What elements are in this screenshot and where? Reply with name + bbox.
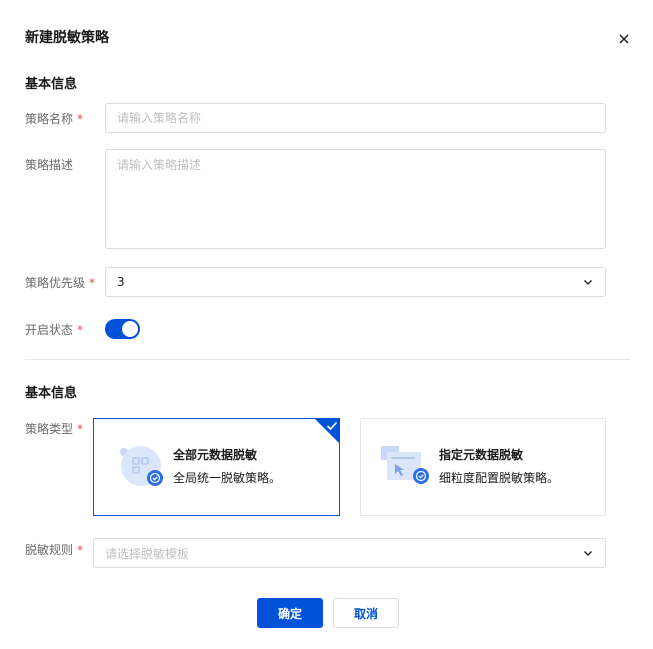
rule-placeholder: 请选择脱敏模板: [105, 546, 190, 561]
type-label: 策略类型 *: [25, 420, 83, 437]
chevron-down-icon: [584, 551, 592, 556]
full-metadata-icon: [120, 446, 163, 486]
type-option-full-metadata[interactable]: 全部元数据脱敏 全局统一脱敏策略。: [93, 418, 340, 516]
type-label-text: 策略类型: [25, 422, 74, 436]
close-icon: [619, 34, 629, 44]
name-label: 策略名称 *: [25, 110, 83, 127]
confirm-button[interactable]: 确定: [257, 598, 323, 628]
option-title: 指定元数据脱敏: [439, 448, 524, 462]
divider: [25, 359, 630, 360]
required-mark: *: [77, 323, 84, 337]
rule-select[interactable]: 请选择脱敏模板: [93, 538, 606, 568]
description-textarea[interactable]: [105, 149, 606, 249]
toggle-knob: [122, 321, 138, 337]
enabled-toggle[interactable]: [105, 319, 140, 339]
priority-select[interactable]: 3: [105, 267, 606, 297]
required-mark: *: [89, 276, 96, 290]
required-mark: *: [77, 543, 84, 557]
priority-label: 策略优先级 *: [25, 274, 95, 291]
enabled-label-text: 开启状态: [25, 323, 74, 337]
close-button[interactable]: [614, 29, 634, 49]
specified-metadata-icon: [381, 446, 429, 484]
rule-label: 脱敏规则 *: [25, 541, 83, 558]
chevron-down-icon: [584, 280, 592, 285]
priority-value: 3: [117, 275, 125, 289]
option-title: 全部元数据脱敏: [173, 448, 258, 462]
cancel-button[interactable]: 取消: [333, 598, 399, 628]
type-option-specified-metadata[interactable]: 指定元数据脱敏 细粒度配置脱敏策略。: [360, 418, 606, 516]
name-label-text: 策略名称: [25, 112, 74, 126]
priority-label-text: 策略优先级: [25, 276, 86, 290]
required-mark: *: [77, 422, 84, 436]
section-title-basic-info: 基本信息: [25, 77, 78, 92]
option-desc: 细粒度配置脱敏策略。: [439, 471, 560, 485]
required-mark: *: [77, 112, 84, 126]
dialog-title: 新建脱敏策略: [25, 30, 109, 46]
description-label: 策略描述: [25, 158, 74, 172]
name-input[interactable]: [105, 103, 606, 133]
rule-label-text: 脱敏规则: [25, 543, 74, 557]
option-desc: 全局统一脱敏策略。: [173, 471, 282, 485]
enabled-label: 开启状态 *: [25, 321, 83, 338]
section-title-basic-info-2: 基本信息: [25, 386, 78, 401]
check-icon: [326, 421, 338, 431]
